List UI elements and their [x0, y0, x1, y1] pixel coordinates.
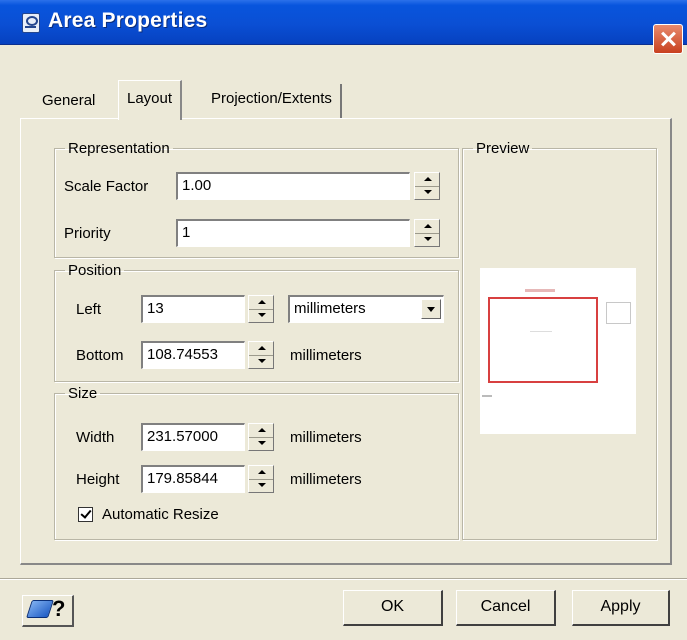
apply-button[interactable]: Apply	[572, 590, 670, 626]
preview-content-mark	[530, 327, 552, 332]
priority-input[interactable]: 1	[176, 219, 410, 247]
preview-footer-mark	[482, 395, 492, 397]
spin-up-icon[interactable]	[249, 342, 273, 356]
spin-up-icon[interactable]	[415, 220, 439, 234]
representation-legend: Representation	[68, 140, 170, 157]
position-legend: Position	[68, 262, 122, 279]
height-input[interactable]: 179.85844	[141, 465, 245, 493]
width-input[interactable]: 231.57000	[141, 423, 245, 451]
left-input[interactable]: 13	[141, 295, 245, 323]
spin-down-icon[interactable]	[249, 355, 273, 368]
bottom-input[interactable]: 108.74553	[141, 341, 245, 369]
scale-factor-label: Scale Factor	[64, 178, 149, 195]
height-unit-label: millimeters	[290, 471, 362, 488]
bottom-label: Bottom	[76, 347, 124, 364]
title-bar: Area Properties	[0, 0, 687, 45]
automatic-resize-label[interactable]: Automatic Resize	[102, 506, 219, 523]
spin-down-icon[interactable]	[415, 233, 439, 246]
left-label: Left	[76, 301, 102, 318]
close-button[interactable]	[653, 24, 683, 54]
left-unit-select[interactable]: millimeters	[288, 295, 444, 323]
priority-spinner[interactable]	[414, 219, 440, 247]
help-book-icon	[26, 600, 54, 618]
spin-up-icon[interactable]	[415, 173, 439, 187]
tab-projection-extents[interactable]: Projection/Extents	[205, 84, 342, 118]
scale-factor-input[interactable]: 1.00	[176, 172, 410, 200]
spin-down-icon[interactable]	[249, 309, 273, 322]
size-legend: Size	[68, 385, 98, 402]
preview-legend: Preview	[476, 140, 530, 157]
preview-area-frame	[488, 297, 598, 383]
scale-factor-spinner[interactable]	[414, 172, 440, 200]
tab-general[interactable]: General	[34, 88, 103, 113]
width-spinner[interactable]	[248, 423, 274, 451]
spin-up-icon[interactable]	[249, 296, 273, 310]
help-question-icon: ?	[52, 596, 66, 621]
spin-down-icon[interactable]	[415, 186, 439, 199]
window-title: Area Properties	[48, 9, 208, 32]
tab-layout[interactable]: Layout	[118, 80, 183, 120]
spin-up-icon[interactable]	[249, 466, 273, 480]
ok-button[interactable]: OK	[343, 590, 443, 626]
spin-down-icon[interactable]	[249, 479, 273, 492]
left-unit-value: millimeters	[294, 300, 366, 317]
priority-label: Priority	[64, 225, 111, 242]
preview-side-box	[606, 302, 631, 324]
height-label: Height	[76, 471, 120, 488]
width-unit-label: millimeters	[290, 429, 362, 446]
height-spinner[interactable]	[248, 465, 274, 493]
preview-title-mark	[525, 289, 555, 292]
bottom-spinner[interactable]	[248, 341, 274, 369]
bottom-unit-label: millimeters	[290, 347, 362, 364]
help-button[interactable]: ?	[22, 595, 74, 627]
chevron-down-icon[interactable]	[421, 299, 441, 319]
cancel-button[interactable]: Cancel	[456, 590, 556, 626]
automatic-resize-checkbox[interactable]	[78, 507, 93, 522]
app-icon	[22, 13, 40, 33]
spin-up-icon[interactable]	[249, 424, 273, 438]
spin-down-icon[interactable]	[249, 437, 273, 450]
left-spinner[interactable]	[248, 295, 274, 323]
divider	[0, 578, 687, 580]
width-label: Width	[76, 429, 115, 446]
